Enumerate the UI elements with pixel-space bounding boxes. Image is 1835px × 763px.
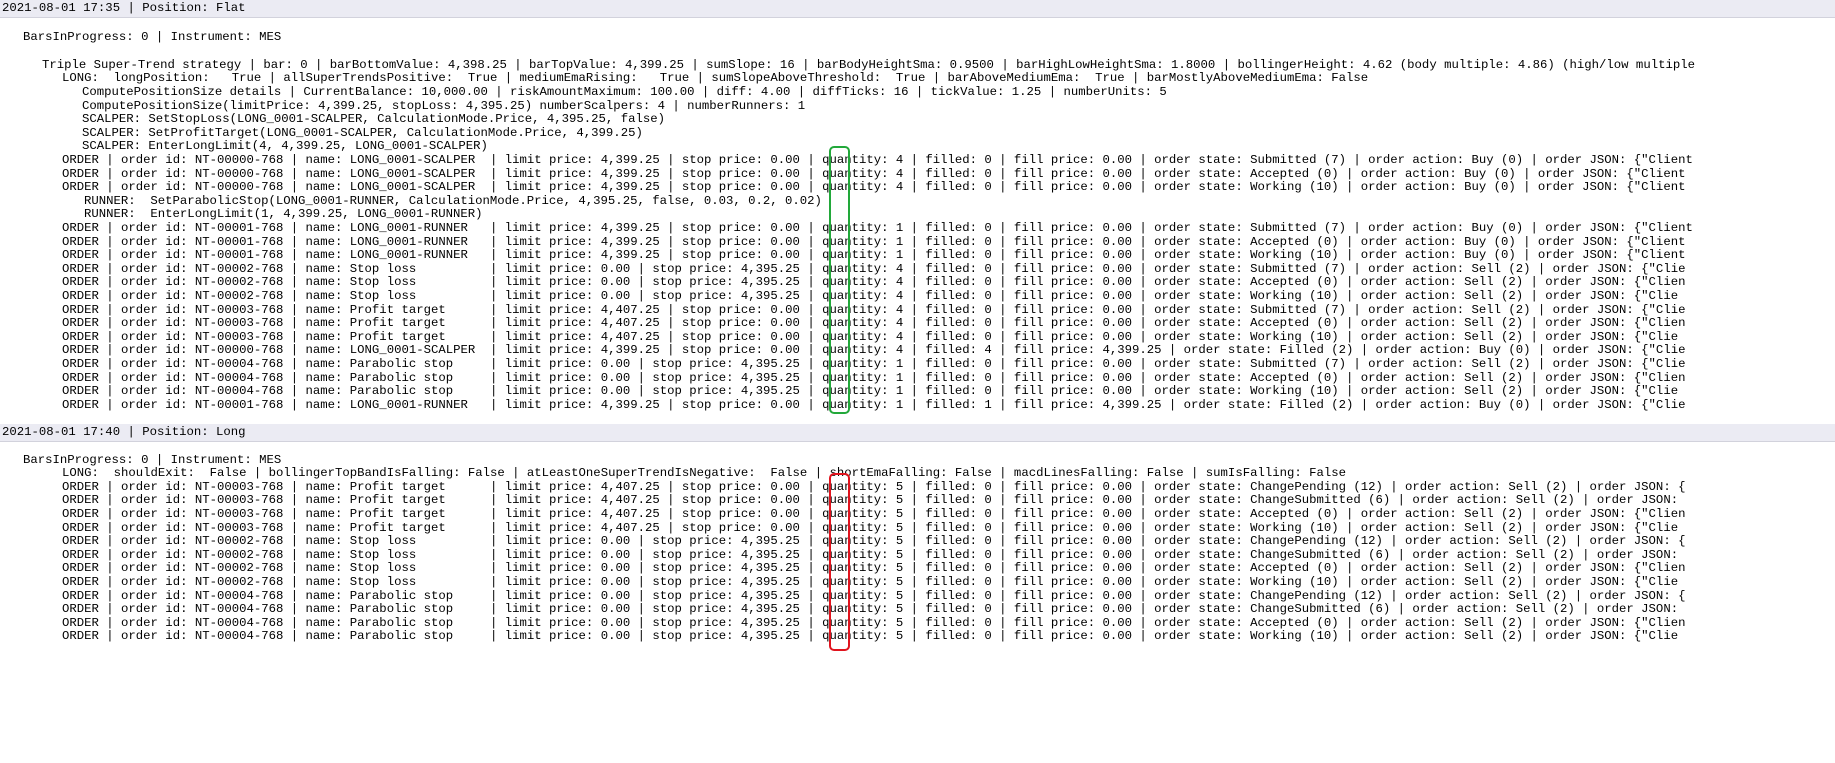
order-line: ORDER | order id: NT-00001-768 | name: L… xyxy=(62,398,1686,412)
quantity-highlight-red xyxy=(829,473,850,651)
session-header-bar xyxy=(0,0,1835,18)
order-line: ORDER | order id: NT-00004-768 | name: P… xyxy=(62,629,1679,643)
session-header-bar xyxy=(0,424,1835,442)
session-header: 2021-08-01 17:35 | Position: Flat xyxy=(2,1,246,15)
bars-in-progress-line: BarsInProgress: 0 | Instrument: MES xyxy=(23,30,282,44)
session-header: 2021-08-01 17:40 | Position: Long xyxy=(2,425,246,439)
quantity-highlight-green xyxy=(829,146,850,414)
